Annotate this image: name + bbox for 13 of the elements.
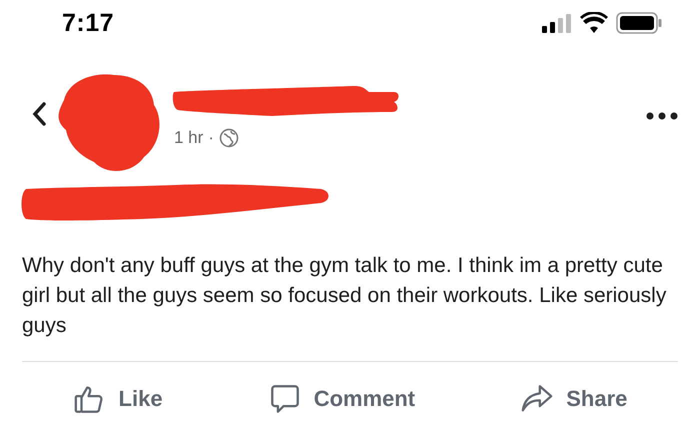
separator-dot: ·: [208, 128, 214, 148]
clock-time: 7:17: [62, 8, 114, 38]
share-button[interactable]: Share: [516, 378, 632, 420]
battery-icon: [616, 12, 662, 34]
more-options-icon[interactable]: [646, 112, 678, 120]
back-chevron-icon[interactable]: [32, 102, 46, 126]
wifi-icon: [580, 12, 608, 34]
like-button[interactable]: Like: [68, 378, 167, 420]
signal-icon: [542, 13, 572, 33]
globe-icon: [218, 128, 239, 148]
comment-button[interactable]: Comment: [264, 378, 420, 420]
post-time: 1 hr: [174, 128, 204, 148]
post-text: Why don't any buff guys at the gym talk to me. I think im a pretty cute girl but all the guys seem so focused on their workouts. Like seriously guys: [22, 253, 668, 339]
